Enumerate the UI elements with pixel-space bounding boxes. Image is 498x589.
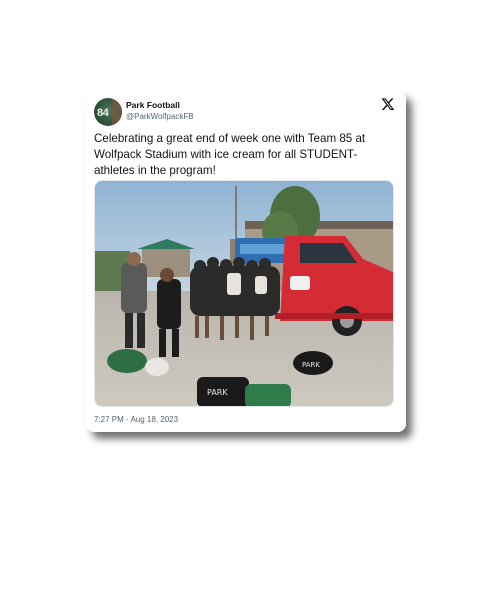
x-logo-icon[interactable]: [381, 97, 395, 111]
author-name[interactable]: Park Football: [126, 100, 180, 110]
tweet-photo-scene: PARK PARK: [95, 181, 393, 406]
bag-logo-text: PARK: [302, 361, 320, 369]
tweet-photo[interactable]: PARK PARK: [94, 180, 394, 407]
tweet-timestamp[interactable]: 7:27 PM · Aug 18, 2023: [94, 415, 178, 424]
avatar-number: 84: [97, 107, 109, 119]
avatar[interactable]: 84: [94, 98, 122, 126]
tweet-card[interactable]: 84 Park Football @ParkWolfpackFB Celebra…: [86, 91, 406, 432]
avatar-stripe: [112, 98, 122, 126]
bag-logo-text: PARK: [207, 388, 228, 397]
author-handle[interactable]: @ParkWolfpackFB: [126, 112, 194, 121]
tweet-text: Celebrating a great end of week one with…: [94, 132, 366, 177]
